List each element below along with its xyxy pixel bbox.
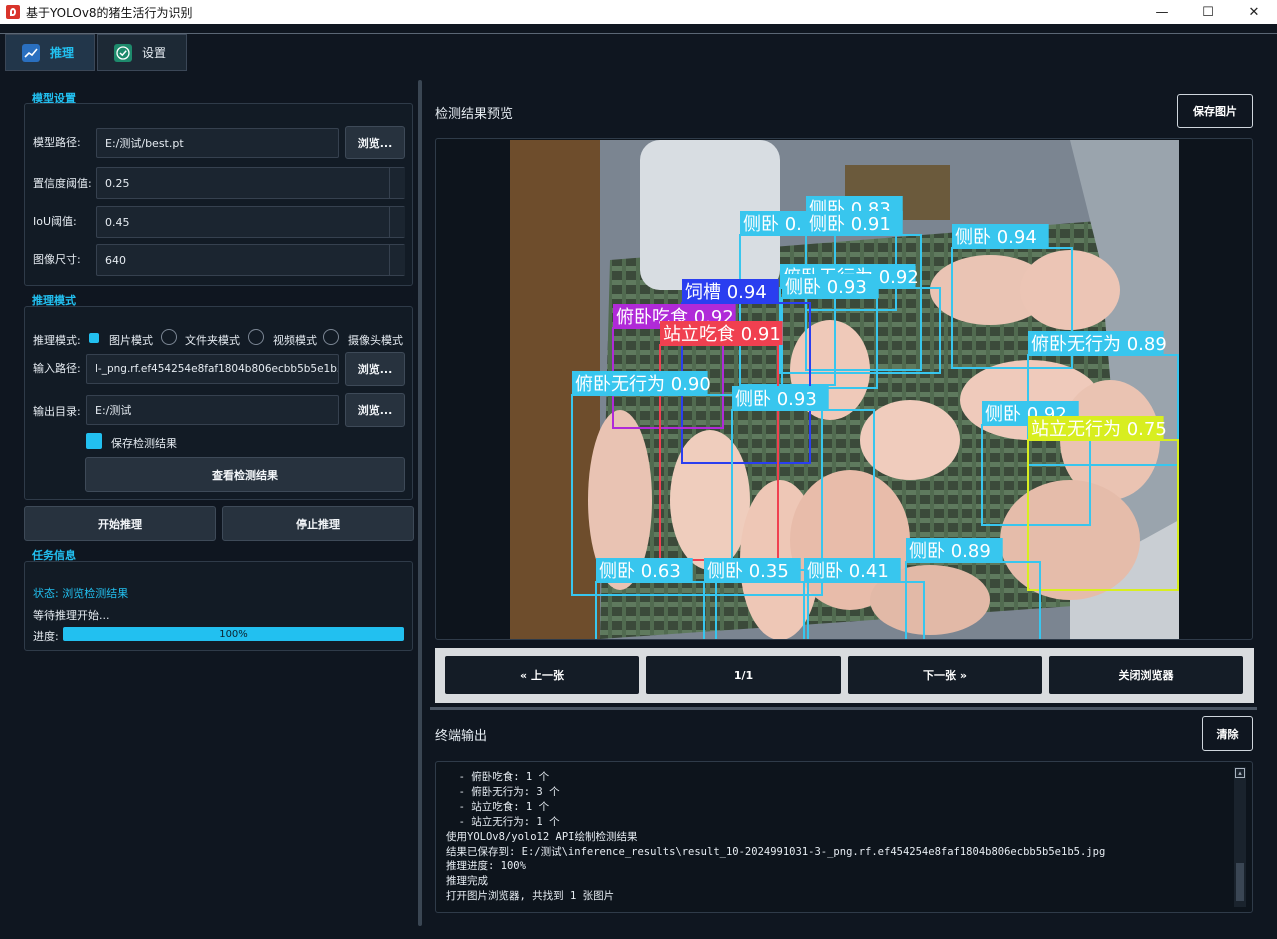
header-divider bbox=[0, 24, 1277, 34]
stop-inference-button[interactable]: 停止推理 bbox=[222, 506, 414, 541]
terminal-line: 打开图片浏览器, 共找到 1 张图片 bbox=[446, 890, 615, 903]
detection-label: 饲槽 0.94 bbox=[685, 282, 767, 303]
detection-label: 侧卧 0.35 bbox=[707, 561, 789, 582]
image-size-stepper[interactable] bbox=[389, 245, 405, 275]
terminal-line: 推理完成 bbox=[446, 875, 488, 888]
output-dir-label: 输出目录: bbox=[33, 405, 81, 418]
maximize-button[interactable]: ☐ bbox=[1185, 0, 1231, 24]
radio-camera-mode[interactable] bbox=[323, 329, 339, 345]
input-browse-button[interactable]: 浏览... bbox=[345, 352, 405, 386]
page-indicator: 1/1 bbox=[646, 656, 841, 694]
terminal-line: - 俯卧无行为: 3 个 bbox=[446, 785, 560, 798]
save-results-checkbox[interactable] bbox=[86, 433, 102, 449]
detection-label: 侧卧 0.89 bbox=[909, 541, 991, 562]
camera-mode-label: 摄像头模式 bbox=[348, 334, 403, 347]
model-path-input[interactable]: E:/测试/best.pt bbox=[96, 128, 339, 158]
splitter-handle[interactable] bbox=[418, 80, 422, 926]
detection-label: 俯卧无行为 0.89 bbox=[1031, 334, 1167, 355]
confidence-stepper[interactable] bbox=[389, 168, 405, 198]
detection-image: 侧卧 0.83侧卧 0.侧卧 0.91侧卧 0.94俯卧无行为 0.92侧卧 0… bbox=[510, 140, 1179, 639]
save-image-button[interactable]: 保存图片 bbox=[1177, 94, 1253, 128]
save-results-label: 保存检测结果 bbox=[111, 437, 177, 450]
terminal-line: 使用YOLOv8/yolo12 API绘制检测结果 bbox=[446, 830, 638, 843]
status-text: 状态: 浏览检测结果 bbox=[33, 587, 129, 600]
detection-label: 俯卧无行为 0.90 bbox=[575, 374, 711, 395]
video-mode-label: 视频模式 bbox=[273, 334, 317, 347]
detection-label: 侧卧 0.63 bbox=[599, 561, 681, 582]
prev-image-button[interactable]: « 上一张 bbox=[445, 656, 639, 694]
close-browser-button[interactable]: 关闭浏览器 bbox=[1049, 656, 1243, 694]
terminal-line: 推理进度: 100% bbox=[446, 860, 526, 873]
tab-settings[interactable]: 设置 bbox=[97, 34, 187, 71]
terminal-line: 结果已保存到: E:/测试\inference_results\result_1… bbox=[446, 845, 1106, 858]
image-size-spinbox[interactable]: 640 bbox=[96, 244, 405, 276]
confidence-spinbox[interactable]: 0.25 bbox=[96, 167, 405, 199]
terminal-line: - 俯卧吃食: 1 个 bbox=[446, 771, 550, 783]
section-divider bbox=[430, 707, 1257, 710]
detection-label: 站立无行为 0.75 bbox=[1031, 419, 1167, 440]
tab-settings-label: 设置 bbox=[142, 46, 167, 60]
chart-icon bbox=[22, 43, 40, 62]
tab-inference[interactable]: 推理 bbox=[5, 34, 95, 71]
window-controls: — ☐ ✕ bbox=[1139, 0, 1277, 24]
iou-stepper[interactable] bbox=[389, 207, 405, 237]
image-mode-label: 图片模式 bbox=[109, 334, 153, 347]
folder-mode-label: 文件夹模式 bbox=[185, 334, 240, 347]
iou-label: IoU阈值: bbox=[33, 215, 77, 228]
detection-label: 侧卧 0.94 bbox=[955, 227, 1037, 248]
checkmark-icon bbox=[114, 43, 132, 62]
waiting-text: 等待推理开始... bbox=[33, 609, 110, 622]
confidence-label: 置信度阈值: bbox=[33, 177, 92, 190]
output-browse-button[interactable]: 浏览... bbox=[345, 393, 405, 427]
minimize-button[interactable]: — bbox=[1139, 0, 1185, 24]
detection-label: 侧卧 0.41 bbox=[807, 561, 889, 582]
model-browse-button[interactable]: 浏览... bbox=[345, 126, 405, 159]
radio-image-mode[interactable] bbox=[89, 333, 99, 343]
title-bar: 基于YOLOv8的猪生活行为识别 — ☐ ✕ bbox=[0, 0, 1277, 24]
detection-label: 站立吃食 0.91 bbox=[663, 324, 781, 345]
detection-label: 侧卧 0.93 bbox=[735, 389, 817, 410]
terminal-line: - 站立无行为: 1 个 bbox=[446, 815, 560, 828]
terminal-output[interactable]: - 俯卧吃食: 1 个 - 俯卧无行为: 3 个 - 站立吃食: 1 个 - 站… bbox=[435, 761, 1253, 913]
tab-inference-label: 推理 bbox=[50, 46, 75, 60]
close-button[interactable]: ✕ bbox=[1231, 0, 1277, 24]
model-path-label: 模型路径: bbox=[33, 136, 81, 149]
input-path-field[interactable]: l-_png.rf.ef454254e8faf1804b806ecbb5b5e1… bbox=[86, 354, 339, 384]
scroll-up-icon[interactable]: ▴ bbox=[1235, 768, 1245, 778]
radio-folder-mode[interactable] bbox=[161, 329, 177, 345]
view-results-button[interactable]: 查看检测结果 bbox=[85, 457, 405, 492]
clear-terminal-button[interactable]: 清除 bbox=[1202, 716, 1253, 751]
mode-label: 推理模式: bbox=[33, 334, 81, 347]
scrollbar-thumb[interactable] bbox=[1236, 863, 1244, 901]
output-dir-field[interactable]: E:/测试 bbox=[86, 395, 339, 425]
progress-label: 进度: bbox=[33, 630, 59, 643]
next-image-button[interactable]: 下一张 » bbox=[848, 656, 1042, 694]
radio-video-mode[interactable] bbox=[248, 329, 264, 345]
app-icon bbox=[6, 5, 20, 19]
detection-scene: 侧卧 0.83侧卧 0.侧卧 0.91侧卧 0.94俯卧无行为 0.92侧卧 0… bbox=[510, 140, 1179, 639]
window-title: 基于YOLOv8的猪生活行为识别 bbox=[26, 5, 193, 20]
input-path-label: 输入路径: bbox=[33, 362, 81, 375]
image-size-label: 图像尺寸: bbox=[33, 253, 81, 266]
start-inference-button[interactable]: 开始推理 bbox=[24, 506, 216, 541]
preview-title: 检测结果预览 bbox=[435, 107, 514, 122]
detection-label: 侧卧 0. bbox=[743, 214, 802, 235]
terminal-title: 终端输出 bbox=[435, 729, 488, 744]
detection-label: 侧卧 0.93 bbox=[785, 277, 867, 298]
detection-label: 侧卧 0.91 bbox=[809, 214, 891, 235]
progress-bar: 100% bbox=[63, 627, 404, 641]
terminal-line: - 站立吃食: 1 个 bbox=[446, 800, 550, 813]
iou-spinbox[interactable]: 0.45 bbox=[96, 206, 405, 238]
terminal-scrollbar[interactable]: ▴ bbox=[1234, 767, 1246, 907]
